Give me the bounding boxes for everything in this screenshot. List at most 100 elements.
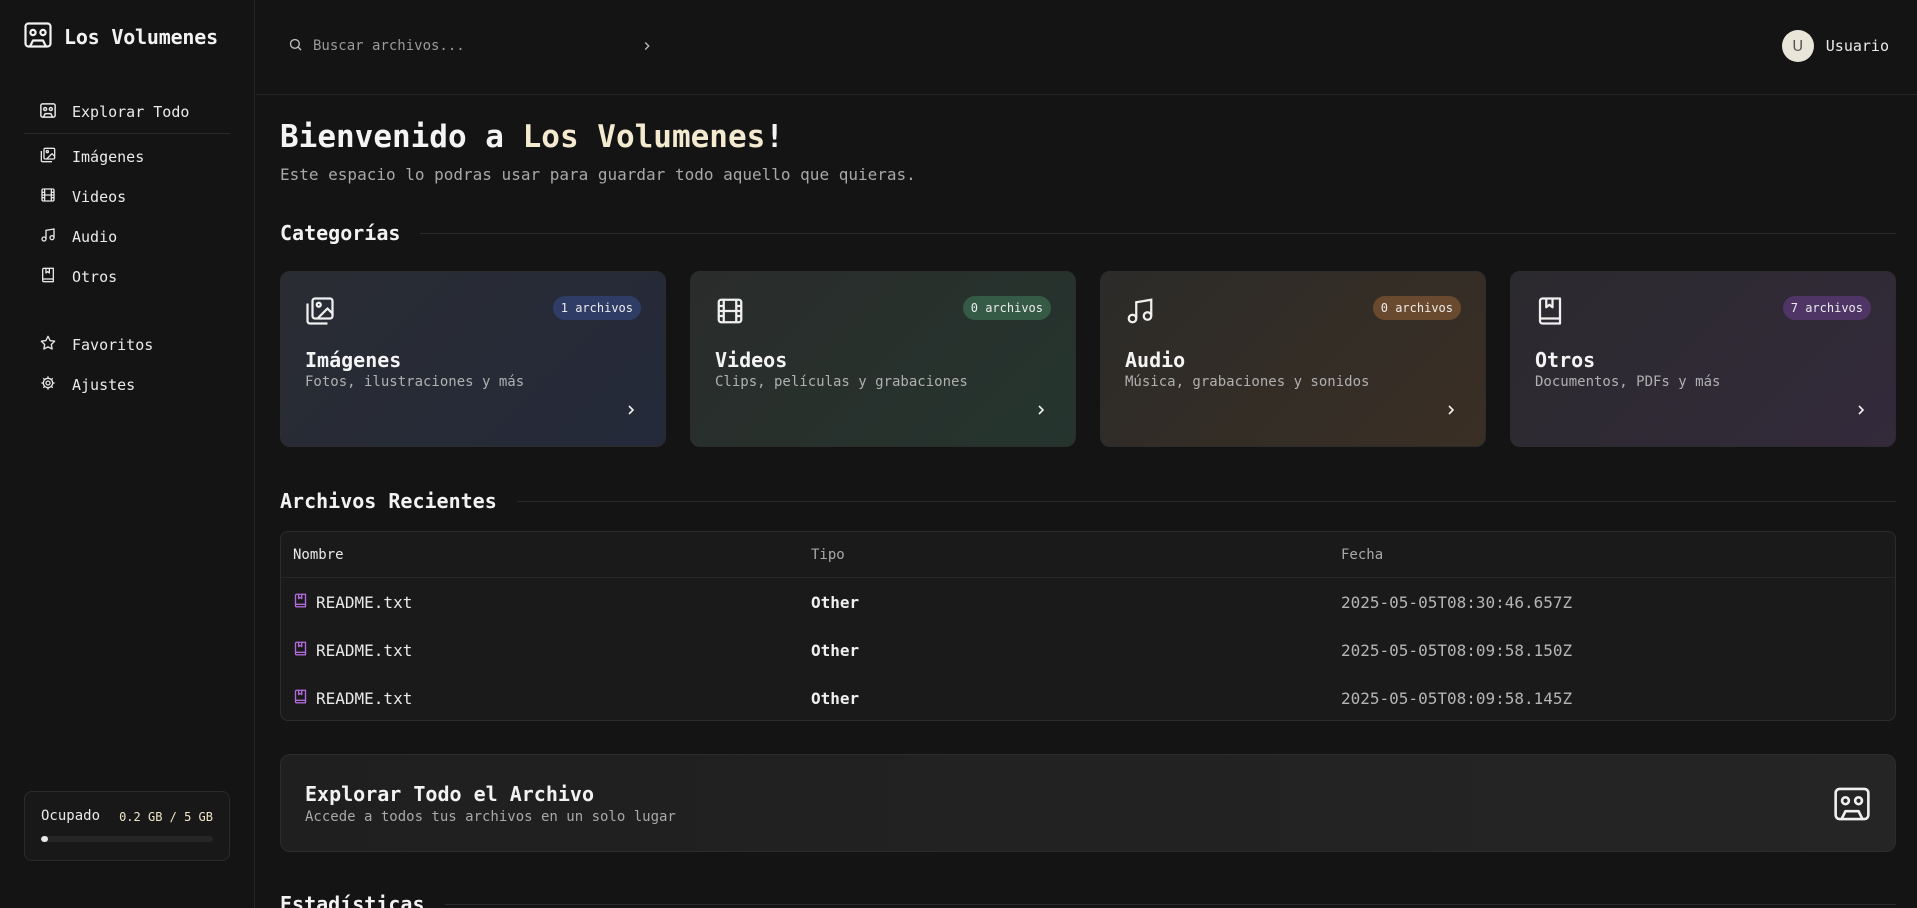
recent-files-title: Archivos Recientes — [280, 489, 497, 513]
chevron-right-icon — [1443, 402, 1459, 422]
user-name[interactable]: Usuario — [1826, 37, 1889, 55]
book-icon — [1535, 296, 1565, 330]
avatar[interactable]: U — [1781, 30, 1814, 62]
storage-bar — [41, 836, 213, 842]
category-cards: 1 archivos Imágenes Fotos, ilustraciones… — [280, 271, 1896, 447]
sidebar-item-favoritos[interactable]: Favoritos — [24, 327, 230, 363]
brand[interactable]: Los Volumenes — [24, 22, 218, 52]
file-type: Other — [811, 592, 860, 612]
sidebar-item-otros[interactable]: Otros — [24, 259, 230, 295]
table-row[interactable]: README.txt Other 2025-05-05T08:30:46.657… — [281, 578, 1895, 626]
category-card-imagenes[interactable]: 1 archivos Imágenes Fotos, ilustraciones… — [280, 271, 666, 447]
sidebar-item-label: Videos — [72, 188, 127, 206]
table-row[interactable]: README.txt Other 2025-05-05T08:09:58.145… — [281, 674, 1895, 720]
card-description: Música, grabaciones y sonidos — [1125, 374, 1370, 390]
film-icon — [40, 187, 56, 207]
user-menu[interactable]: U Usuario — [1781, 30, 1889, 62]
brand-title: Los Volumenes — [64, 25, 218, 49]
column-header-nombre[interactable]: Nombre — [281, 547, 811, 563]
images-icon — [305, 296, 335, 330]
file-icon — [293, 593, 308, 612]
book-icon — [40, 267, 56, 287]
storage-card: Ocupado 0.2 GB / 5 GB — [24, 791, 230, 861]
category-card-videos[interactable]: 0 archivos Videos Clips, películas y gra… — [690, 271, 1076, 447]
file-count-badge: 0 archivos — [962, 296, 1051, 320]
card-title: Otros — [1535, 348, 1596, 372]
file-name-cell: README.txt — [281, 641, 811, 660]
column-header-tipo[interactable]: Tipo — [811, 547, 1341, 563]
file-count-badge: 0 archivos — [1372, 296, 1461, 320]
sidebar-item-label: Favoritos — [72, 336, 154, 354]
storage-bar-fill — [41, 836, 48, 842]
card-description: Documentos, PDFs y más — [1535, 374, 1721, 390]
search-icon — [288, 37, 303, 56]
cassette-icon — [1833, 787, 1871, 825]
file-icon — [293, 689, 308, 708]
file-type: Other — [811, 688, 860, 708]
file-name[interactable]: README.txt — [316, 689, 412, 708]
card-description: Fotos, ilustraciones y más — [305, 374, 525, 390]
file-name-cell: README.txt — [281, 689, 811, 708]
images-icon — [40, 147, 56, 167]
explore-all-banner[interactable]: Explorar Todo el Archivo Accede a todos … — [280, 754, 1896, 852]
cassette-icon — [40, 102, 56, 122]
file-count-badge: 7 archivos — [1782, 296, 1871, 320]
categories-title: Categorías — [280, 221, 401, 245]
sidebar-item-explorar-todo[interactable]: Explorar Todo — [24, 94, 230, 130]
music-icon — [1125, 296, 1155, 330]
search-input[interactable] — [313, 38, 633, 54]
storage-label: Ocupado — [41, 808, 101, 824]
explore-description: Accede a todos tus archivos en un solo l… — [305, 809, 676, 825]
storage-value: 0.2 GB / 5 GB — [119, 810, 213, 824]
sidebar-item-ajustes[interactable]: Ajustes — [24, 367, 230, 403]
stats-title: Estadísticas — [280, 892, 425, 908]
categories-heading: Categorías — [280, 221, 1896, 245]
sidebar-item-label: Explorar Todo — [72, 103, 190, 121]
sidebar-divider — [24, 133, 230, 134]
category-card-audio[interactable]: 0 archivos Audio Música, grabaciones y s… — [1100, 271, 1486, 447]
explore-title: Explorar Todo el Archivo — [305, 782, 594, 806]
file-name[interactable]: README.txt — [316, 641, 412, 660]
table-header: Nombre Tipo Fecha — [281, 532, 1895, 578]
sidebar-item-imagenes[interactable]: Imágenes — [24, 139, 230, 175]
cassette-icon — [24, 22, 52, 52]
welcome-suffix: ! — [765, 119, 784, 155]
welcome-prefix: Bienvenido a — [280, 119, 523, 155]
card-description: Clips, películas y grabaciones — [715, 374, 968, 390]
file-icon — [293, 641, 308, 660]
gear-icon — [40, 375, 56, 395]
file-type: Other — [811, 640, 860, 660]
card-title: Imágenes — [305, 348, 402, 372]
page-title: Bienvenido a Los Volumenes! — [280, 119, 784, 155]
category-card-otros[interactable]: 7 archivos Otros Documentos, PDFs y más — [1510, 271, 1896, 447]
column-header-fecha[interactable]: Fecha — [1341, 547, 1895, 563]
table-row[interactable]: README.txt Other 2025-05-05T08:09:58.150… — [281, 626, 1895, 674]
sidebar-item-label: Imágenes — [72, 148, 145, 166]
divider — [420, 232, 1896, 234]
file-name[interactable]: README.txt — [316, 593, 412, 612]
sidebar-item-audio[interactable]: Audio — [24, 219, 230, 255]
divider — [516, 500, 1896, 502]
file-date: 2025-05-05T08:30:46.657Z — [1341, 592, 1573, 612]
card-title: Videos — [715, 348, 788, 372]
recent-files-heading: Archivos Recientes — [280, 489, 1896, 513]
chevron-right-icon[interactable] — [640, 38, 654, 57]
search-box — [288, 34, 658, 58]
file-name-cell: README.txt — [281, 593, 811, 612]
chevron-right-icon — [623, 402, 639, 422]
star-icon — [40, 335, 56, 355]
sidebar-item-videos[interactable]: Videos — [24, 179, 230, 215]
file-date: 2025-05-05T08:09:58.150Z — [1341, 640, 1573, 660]
card-title: Audio — [1125, 348, 1186, 372]
recent-files-table: Nombre Tipo Fecha README.txt Other 2025-… — [280, 531, 1896, 721]
file-date: 2025-05-05T08:09:58.145Z — [1341, 688, 1573, 708]
file-count-badge: 1 archivos — [552, 296, 641, 320]
page-subtitle: Este espacio lo podras usar para guardar… — [280, 165, 916, 184]
chevron-right-icon — [1853, 402, 1869, 422]
stats-heading: Estadísticas — [280, 892, 1896, 908]
divider — [444, 903, 1896, 905]
sidebar-item-label: Otros — [72, 268, 118, 286]
sidebar: Los Volumenes Explorar Todo Imágenes Vid… — [0, 0, 255, 908]
chevron-right-icon — [1033, 402, 1049, 422]
sidebar-item-label: Ajustes — [72, 376, 136, 394]
